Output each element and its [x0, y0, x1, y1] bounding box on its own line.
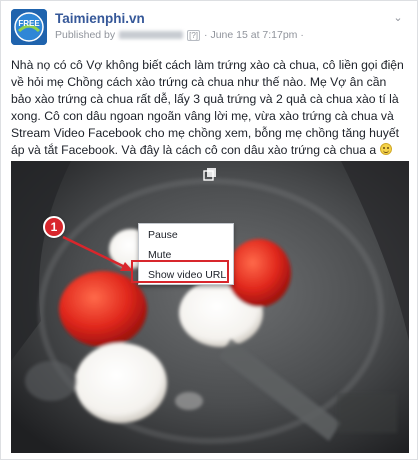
svg-text:FREE: FREE [18, 19, 40, 28]
post-header: FREE Taimienphi.vn Published by [?] · Ju… [11, 9, 409, 45]
video-player[interactable]: Pause Mute Show video URL 1 [11, 161, 409, 453]
free-logo-icon: FREE [11, 9, 47, 45]
smiley-icon [379, 143, 392, 155]
chevron-down-icon[interactable]: ⌄ [391, 11, 405, 25]
post-body: Nhà nọ có cô Vợ không biết cách làm trứn… [11, 57, 409, 159]
step-number-badge: 1 [43, 216, 65, 238]
published-by-label: Published by [55, 29, 116, 41]
menu-item-pause[interactable]: Pause [139, 226, 235, 244]
blurred-publisher-name [119, 31, 184, 39]
post-text: Nhà nọ có cô Vợ không biết cách làm trứn… [11, 58, 404, 157]
callout-arrow [62, 235, 133, 271]
post-meta: Published by [?] · June 15 at 7:17pm · [55, 29, 304, 41]
privacy-tag[interactable]: [?] [187, 29, 201, 41]
post-date[interactable]: · June 15 at 7:17pm · [204, 29, 304, 41]
page-avatar[interactable]: FREE [11, 9, 47, 45]
facebook-post: FREE Taimienphi.vn Published by [?] · Ju… [0, 0, 418, 460]
page-name-link[interactable]: Taimienphi.vn [55, 11, 145, 26]
highlight-box [131, 260, 229, 283]
